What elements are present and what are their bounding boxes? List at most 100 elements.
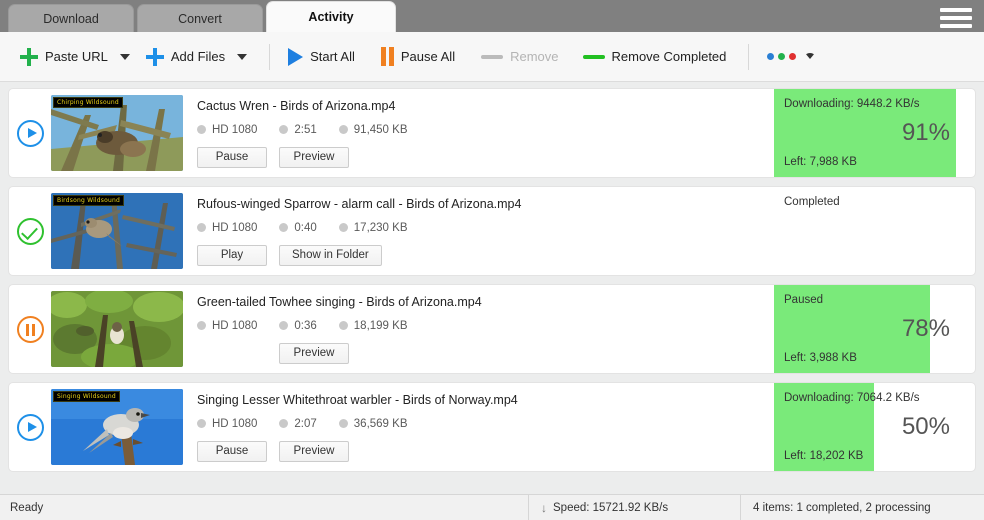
- status-state: Ready: [0, 502, 528, 514]
- download-arrow-icon: ↓: [541, 501, 547, 515]
- meta-size: 18,199 KB: [339, 320, 408, 332]
- hamburger-bar: [940, 8, 972, 12]
- main-toolbar: Paste URL Add Files Start All Pause All …: [0, 32, 984, 82]
- table-row[interactable]: Green-tailed Towhee singing - Birds of A…: [8, 284, 976, 374]
- status-speed-label: Speed: 15721.92 KB/s: [553, 502, 668, 514]
- tab-download-label: Download: [43, 12, 99, 26]
- progress-percent: 50%: [784, 415, 964, 439]
- progress-panel: Completed: [774, 187, 974, 275]
- check-circle-icon: [17, 218, 44, 245]
- play-button[interactable]: Play: [197, 245, 267, 266]
- preview-button[interactable]: Preview: [279, 147, 349, 168]
- file-meta: HD 1080 2:51 91,450 KB: [197, 124, 774, 136]
- pause-button[interactable]: Pause: [197, 441, 267, 462]
- plus-icon: [146, 48, 164, 66]
- tab-activity[interactable]: Activity: [266, 1, 396, 32]
- video-thumbnail[interactable]: [51, 291, 183, 367]
- row-status-toggle[interactable]: [9, 218, 51, 245]
- paste-url-button[interactable]: Paste URL: [14, 40, 114, 74]
- start-all-button[interactable]: Start All: [282, 40, 361, 74]
- preview-button[interactable]: Preview: [279, 441, 349, 462]
- tab-activity-label: Activity: [308, 10, 353, 24]
- pause-all-button[interactable]: Pause All: [375, 40, 461, 74]
- row-status-toggle[interactable]: [9, 414, 51, 441]
- application-window: Download Convert Activity Paste URL Add …: [0, 0, 984, 520]
- table-row[interactable]: Chirping Wildsound Cactus Wr: [8, 88, 976, 178]
- preview-button[interactable]: Preview: [279, 343, 349, 364]
- tab-strip: Download Convert Activity: [0, 0, 399, 32]
- row-info: Green-tailed Towhee singing - Birds of A…: [183, 295, 774, 364]
- color-dots-menu-icon[interactable]: [767, 53, 815, 60]
- remove-completed-label: Remove Completed: [612, 49, 727, 64]
- tab-download[interactable]: Download: [8, 4, 134, 32]
- table-row[interactable]: Birdsong Wildsound Rufous-wi: [8, 186, 976, 276]
- file-name: Green-tailed Towhee singing - Birds of A…: [197, 295, 774, 309]
- tab-convert-label: Convert: [178, 12, 222, 26]
- row-status-toggle[interactable]: [9, 120, 51, 147]
- hamburger-bar: [940, 24, 972, 28]
- table-row[interactable]: Singing Wildsound Singing Le: [8, 382, 976, 472]
- meta-quality: HD 1080: [197, 418, 257, 430]
- paste-url-dropdown-icon[interactable]: [120, 54, 130, 60]
- progress-status: Downloading: 9448.2 KB/s: [784, 98, 964, 110]
- chevron-down-icon[interactable]: [805, 53, 815, 60]
- add-files-label: Add Files: [171, 49, 225, 64]
- thumbnail-watermark: Singing Wildsound: [53, 391, 120, 402]
- video-thumbnail[interactable]: Chirping Wildsound: [51, 95, 183, 171]
- row-info: Cactus Wren - Birds of Arizona.mp4 HD 10…: [183, 99, 774, 168]
- file-name: Rufous-winged Sparrow - alarm call - Bir…: [197, 197, 774, 211]
- meta-duration: 0:36: [279, 320, 316, 332]
- meta-duration: 0:40: [279, 222, 316, 234]
- progress-panel: Downloading: 7064.2 KB/s 50% Left: 18,20…: [774, 383, 974, 471]
- thumbnail-watermark: Birdsong Wildsound: [53, 195, 124, 206]
- show-in-folder-button[interactable]: Show in Folder: [279, 245, 382, 266]
- file-name: Singing Lesser Whitethroat warbler - Bir…: [197, 393, 774, 407]
- remove-button: Remove: [475, 40, 564, 74]
- add-files-dropdown-icon[interactable]: [237, 54, 247, 60]
- meta-quality: HD 1080: [197, 124, 257, 136]
- row-actions: Pause Preview: [197, 441, 774, 462]
- play-icon: [288, 48, 303, 66]
- row-info: Rufous-winged Sparrow - alarm call - Bir…: [183, 197, 774, 266]
- file-meta: HD 1080 2:07 36,569 KB: [197, 418, 774, 430]
- file-name: Cactus Wren - Birds of Arizona.mp4: [197, 99, 774, 113]
- thumbnail-watermark: Chirping Wildsound: [53, 97, 123, 108]
- progress-left: Left: 3,988 KB: [784, 352, 964, 364]
- meta-size: 91,450 KB: [339, 124, 408, 136]
- video-thumbnail[interactable]: Birdsong Wildsound: [51, 193, 183, 269]
- row-info: Singing Lesser Whitethroat warbler - Bir…: [183, 393, 774, 462]
- progress-left: Left: 18,202 KB: [784, 450, 964, 462]
- add-files-button[interactable]: Add Files: [140, 40, 231, 74]
- progress-panel: Downloading: 9448.2 KB/s 91% Left: 7,988…: [774, 89, 974, 177]
- dash-icon: [583, 55, 605, 59]
- toolbar-divider: [748, 44, 749, 70]
- pause-circle-icon: [17, 316, 44, 343]
- progress-percent: 91%: [784, 121, 964, 145]
- progress-left: Left: 7,988 KB: [784, 156, 964, 168]
- dot-green: [778, 53, 785, 60]
- progress-panel: Paused 78% Left: 3,988 KB: [774, 285, 974, 373]
- pause-button[interactable]: Pause: [197, 147, 267, 168]
- download-list: Chirping Wildsound Cactus Wr: [0, 82, 984, 494]
- plus-icon: [20, 48, 38, 66]
- row-actions: Preview: [197, 343, 774, 364]
- meta-quality: HD 1080: [197, 320, 257, 332]
- meta-duration: 2:51: [279, 124, 316, 136]
- hamburger-bar: [940, 16, 972, 20]
- remove-completed-button[interactable]: Remove Completed: [577, 40, 733, 74]
- video-thumbnail[interactable]: Singing Wildsound: [51, 389, 183, 465]
- row-status-toggle[interactable]: [9, 316, 51, 343]
- hamburger-menu-icon[interactable]: [940, 8, 972, 28]
- dot-blue: [767, 53, 774, 60]
- meta-size: 36,569 KB: [339, 418, 408, 430]
- status-speed: ↓ Speed: 15721.92 KB/s: [528, 495, 740, 520]
- pause-icon: [381, 47, 394, 66]
- pause-all-label: Pause All: [401, 49, 455, 64]
- status-bar: Ready ↓ Speed: 15721.92 KB/s 4 items: 1 …: [0, 494, 984, 520]
- status-items-label: 4 items: 1 completed, 2 processing: [753, 502, 931, 514]
- tab-convert[interactable]: Convert: [137, 4, 263, 32]
- play-circle-icon: [17, 414, 44, 441]
- meta-duration: 2:07: [279, 418, 316, 430]
- row-actions: Play Show in Folder: [197, 245, 774, 266]
- dot-red: [789, 53, 796, 60]
